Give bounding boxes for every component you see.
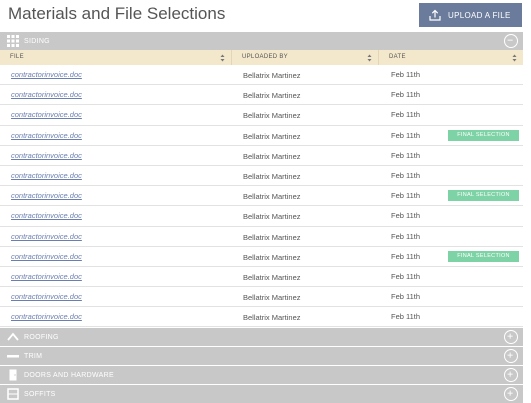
date-cell: Feb 11th <box>391 70 421 79</box>
uploaded-by-cell: Bellatrix Martinez <box>243 272 301 282</box>
uploaded-by-cell: Bellatrix Martinez <box>243 151 301 161</box>
section-label: SIDING <box>24 37 50 45</box>
uploaded-by-cell: Bellatrix Martinez <box>243 232 301 242</box>
column-label: UPLOADED BY <box>242 54 288 60</box>
file-link[interactable]: contractorinvoice.doc <box>11 171 82 180</box>
table-row: contractorinvoice.doc Bellatrix Martinez F… <box>0 227 523 247</box>
file-link[interactable]: contractorinvoice.doc <box>11 90 82 99</box>
plus-icon <box>507 390 513 396</box>
uploaded-by-cell: Bellatrix Martinez <box>243 212 301 222</box>
soffit-icon <box>7 388 19 400</box>
file-link[interactable]: contractorinvoice.doc <box>11 232 82 241</box>
date-cell: Feb 11th <box>391 170 421 180</box>
table-header: FILE UPLOADED BY DATE <box>0 50 523 65</box>
sort-icon <box>367 54 372 62</box>
table-row: contractorinvoice.doc Bellatrix Martinez F… <box>0 267 523 288</box>
date-cell: Feb 11th <box>391 312 421 322</box>
table-row: contractorinvoice.doc Bellatrix Martinez F… <box>0 166 523 187</box>
roof-icon <box>7 332 19 341</box>
uploaded-by-cell: Bellatrix Martinez <box>243 71 301 80</box>
upload-icon <box>429 9 441 21</box>
date-cell: Feb 11th <box>391 231 421 241</box>
column-label: DATE <box>389 54 406 60</box>
section-label: DOORS AND HARDWARE <box>24 371 114 379</box>
file-link[interactable]: contractorinvoice.doc <box>11 312 82 321</box>
file-link[interactable]: contractorinvoice.doc <box>11 70 82 79</box>
collapse-toggle[interactable] <box>504 34 518 48</box>
final-selection-badge: FINAL SELECTION <box>448 190 519 202</box>
grid-icon <box>7 35 19 47</box>
date-cell: Feb 11th <box>391 251 421 261</box>
file-link[interactable]: contractorinvoice.doc <box>11 151 82 160</box>
expand-toggle[interactable] <box>504 387 518 401</box>
expand-toggle[interactable] <box>504 330 518 344</box>
table-row: contractorinvoice.doc Bellatrix Martinez F… <box>0 307 523 328</box>
file-link[interactable]: contractorinvoice.doc <box>11 131 82 140</box>
uploaded-by-cell: Bellatrix Martinez <box>243 252 301 262</box>
table-row: contractorinvoice.doc Bellatrix Martinez F… <box>0 126 523 146</box>
section-siding[interactable]: SIDING <box>0 32 523 50</box>
upload-button-label: UPLOAD A FILE <box>448 10 511 20</box>
plus-icon <box>507 371 513 377</box>
page-title: Materials and File Selections <box>8 4 226 23</box>
plus-icon <box>507 352 513 358</box>
expand-toggle[interactable] <box>504 368 518 382</box>
column-header-file[interactable]: FILE <box>0 50 232 65</box>
table-row: contractorinvoice.doc Bellatrix Martinez F… <box>0 247 523 267</box>
file-link[interactable]: contractorinvoice.doc <box>11 272 82 281</box>
section-label: TRIM <box>24 352 43 360</box>
table-row: contractorinvoice.doc Bellatrix Martinez F… <box>0 65 523 86</box>
column-header-date[interactable]: DATE <box>379 50 523 65</box>
section-label: SOFFITS <box>24 390 56 398</box>
date-cell: Feb 11th <box>391 150 421 160</box>
date-cell: Feb 11th <box>391 110 421 120</box>
page-header: Materials and File Selections UPLOAD A F… <box>0 0 531 32</box>
table-row: contractorinvoice.doc Bellatrix Martinez F… <box>0 206 523 227</box>
section-doors-and-hardware[interactable]: DOORS AND HARDWARE <box>0 366 523 384</box>
file-table-body: contractorinvoice.doc Bellatrix Martinez F… <box>0 65 523 328</box>
upload-file-button[interactable]: UPLOAD A FILE <box>419 3 522 27</box>
file-link[interactable]: contractorinvoice.doc <box>11 211 82 220</box>
uploaded-by-cell: Bellatrix Martinez <box>243 293 301 303</box>
uploaded-by-cell: Bellatrix Martinez <box>243 111 301 121</box>
column-header-uploaded-by[interactable]: UPLOADED BY <box>232 50 379 65</box>
file-link[interactable]: contractorinvoice.doc <box>11 110 82 119</box>
date-cell: Feb 11th <box>391 292 421 302</box>
date-cell: Feb 11th <box>391 271 421 281</box>
final-selection-badge: FINAL SELECTION <box>448 250 519 262</box>
uploaded-by-cell: Bellatrix Martinez <box>243 91 301 101</box>
table-row: contractorinvoice.doc Bellatrix Martinez F… <box>0 186 523 207</box>
column-label: FILE <box>10 54 24 60</box>
table-row: contractorinvoice.doc Bellatrix Martinez F… <box>0 105 523 126</box>
file-link[interactable]: contractorinvoice.doc <box>11 191 82 200</box>
date-cell: Feb 11th <box>391 191 421 201</box>
date-cell: Feb 11th <box>391 211 421 221</box>
uploaded-by-cell: Bellatrix Martinez <box>243 192 301 202</box>
expand-toggle[interactable] <box>504 349 518 363</box>
sort-icon <box>512 54 517 62</box>
date-cell: Feb 11th <box>391 90 421 100</box>
table-row: contractorinvoice.doc Bellatrix Martinez F… <box>0 146 523 166</box>
section-label: ROOFING <box>24 333 59 341</box>
section-roofing[interactable]: ROOFING <box>0 328 523 346</box>
uploaded-by-cell: Bellatrix Martinez <box>243 131 301 141</box>
section-soffits[interactable]: SOFFITS <box>0 385 523 403</box>
door-icon <box>9 369 17 381</box>
file-link[interactable]: contractorinvoice.doc <box>11 252 82 261</box>
uploaded-by-cell: Bellatrix Martinez <box>243 313 301 323</box>
minus-icon <box>507 39 513 41</box>
plus-icon <box>507 333 513 339</box>
sort-icon <box>220 54 225 62</box>
section-trim[interactable]: TRIM <box>0 347 523 365</box>
trim-icon <box>7 355 19 358</box>
final-selection-badge: FINAL SELECTION <box>448 129 519 141</box>
date-cell: Feb 11th <box>391 130 421 140</box>
table-row: contractorinvoice.doc Bellatrix Martinez F… <box>0 85 523 106</box>
table-row: contractorinvoice.doc Bellatrix Martinez F… <box>0 287 523 308</box>
uploaded-by-cell: Bellatrix Martinez <box>243 171 301 181</box>
file-link[interactable]: contractorinvoice.doc <box>11 292 82 301</box>
